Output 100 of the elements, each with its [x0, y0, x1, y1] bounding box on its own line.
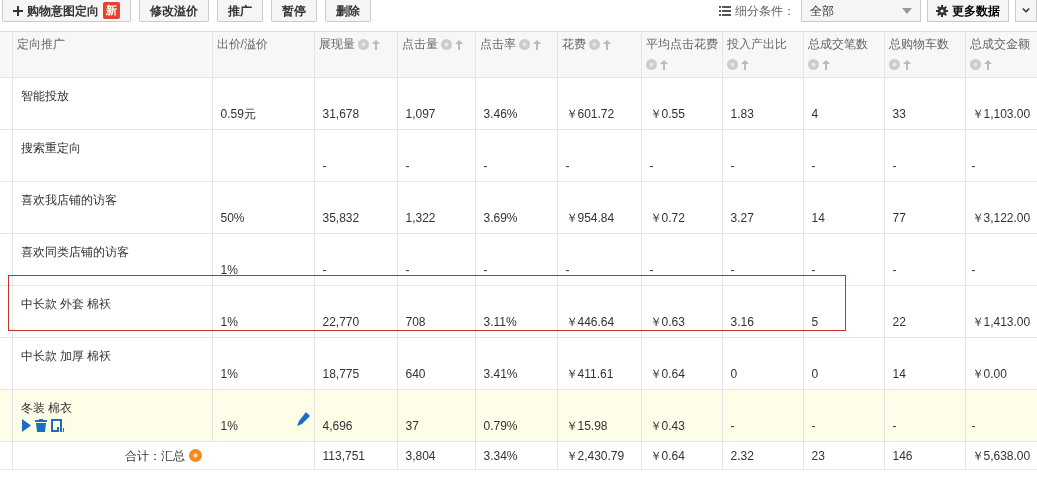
table-cell-text: 智能投放	[20, 87, 70, 105]
table-cell-text: ￥1,103.00	[971, 105, 1031, 123]
table-cell-text: -	[730, 417, 735, 435]
column-header[interactable]: 展现量	[318, 34, 355, 54]
more-data-button[interactable]: 更多数据	[927, 0, 1009, 22]
toolbar-button[interactable]: 删除	[325, 0, 371, 22]
toolbar-button[interactable]: 修改溢价	[139, 0, 209, 22]
filter-dropdown[interactable]: 全部	[801, 0, 921, 22]
toolbar-button[interactable]: 推广	[217, 0, 263, 22]
column-header[interactable]: 花费	[561, 34, 586, 54]
table-cell-text: -	[730, 261, 735, 279]
sort-arrow-icon	[602, 39, 611, 50]
table-cell-text: 22,770	[322, 313, 360, 331]
help-icon	[518, 39, 530, 51]
table-cell-text: 3.46%	[483, 105, 518, 123]
table-cell-text: ￥2,430.79	[565, 447, 625, 465]
table-cell-text: -	[811, 417, 816, 435]
table-cell-text: 113,751	[322, 447, 365, 465]
table-cell-text: -	[811, 157, 816, 175]
table-cell-text: 3.41%	[483, 365, 518, 383]
total-label: 合计：汇总	[124, 447, 185, 465]
table-cell-text: 3.27	[730, 209, 754, 227]
table-cell-text: -	[971, 157, 976, 175]
table-cell-text: -	[649, 261, 654, 279]
gear-icon	[936, 4, 948, 17]
sort-arrow-icon	[454, 39, 463, 50]
toolbar-button[interactable]: 暂停	[271, 0, 317, 22]
table-cell-text: -	[892, 417, 897, 435]
table-cell-text: -	[730, 157, 735, 175]
table-cell-text: 640	[405, 365, 426, 383]
table-cell-text: 50%	[220, 209, 245, 227]
sort-arrow-icon	[983, 59, 992, 70]
table-cell-text: -	[565, 157, 570, 175]
help-icon	[888, 59, 900, 71]
table-cell-text: -	[483, 157, 488, 175]
sort-arrow-icon	[821, 59, 830, 70]
column-header[interactable]: 定向推广	[16, 34, 65, 54]
table-cell-text: ￥0.72	[649, 209, 685, 227]
play-icon	[20, 419, 31, 433]
help-icon	[588, 39, 600, 51]
table-cell-text: ￥0.55	[649, 105, 685, 123]
table-cell-text: 33	[892, 105, 906, 123]
pencil-icon	[295, 411, 310, 426]
trash-icon	[34, 419, 47, 433]
table-cell-text: 4	[811, 105, 819, 123]
caret-button[interactable]	[1015, 0, 1037, 22]
table-cell-text: -	[565, 261, 570, 279]
help-icon	[440, 39, 452, 51]
table-cell-text: ￥5,638.00	[971, 447, 1031, 465]
sort-arrow-icon	[740, 59, 749, 70]
table-cell-text: 0	[730, 365, 738, 383]
table-cell-text: -	[483, 261, 488, 279]
table-cell-text: ￥446.64	[565, 313, 615, 331]
table-cell-text: ￥1,413.00	[971, 313, 1031, 331]
list-icon	[719, 6, 731, 16]
table-cell-text: 146	[892, 447, 913, 465]
table-cell-text: 1,322	[405, 209, 436, 227]
table-cell-text: 37	[405, 417, 419, 435]
table-cell-text: 1%	[220, 261, 238, 279]
sort-arrow-icon	[371, 39, 380, 50]
table-cell-text: -	[405, 261, 410, 279]
help-icon	[807, 59, 819, 71]
table-cell-text: -	[811, 261, 816, 279]
sort-arrow-icon	[659, 59, 668, 70]
help-icon	[969, 59, 981, 71]
table-cell-text: 喜欢同类店铺的访客	[20, 243, 130, 261]
table-cell-text: ￥0.63	[649, 313, 685, 331]
table-cell-text: -	[892, 157, 897, 175]
table-cell-text: 3.16	[730, 313, 754, 331]
table-cell-text: 14	[811, 209, 825, 227]
help-icon	[357, 39, 369, 51]
table-cell-text: -	[892, 261, 897, 279]
sort-arrow-icon	[902, 59, 911, 70]
dropdown-arrow-icon	[902, 7, 912, 14]
table-cell-text: ￥0.64	[649, 447, 685, 465]
table-cell-text: 2.32	[730, 447, 754, 465]
table-cell-text: 31,678	[322, 105, 360, 123]
table-cell-text: ￥3,122.00	[971, 209, 1031, 227]
table-cell-text: ￥0.43	[649, 417, 685, 435]
table-cell-text: 0	[811, 365, 819, 383]
table-cell-text: 5	[811, 313, 819, 331]
new-badge: 新	[103, 2, 120, 19]
table-cell-text: 中长款 加厚 棉袄	[20, 347, 113, 365]
table-cell-text: 35,832	[322, 209, 360, 227]
table-cell-text: ￥954.84	[565, 209, 615, 227]
table-cell-text: 3.34%	[483, 447, 518, 465]
table-cell-text: ￥15.98	[565, 417, 608, 435]
toolbar-button[interactable]: 购物意图定向 新	[2, 0, 131, 22]
table-cell-text: 18,775	[322, 365, 360, 383]
table-cell-text: 搜索重定向	[20, 139, 82, 157]
table-cell-text: 708	[405, 313, 426, 331]
table-cell-text: 1.83	[730, 105, 754, 123]
table-cell-text: 77	[892, 209, 906, 227]
table-cell-text: 23	[811, 447, 825, 465]
table-cell-text: -	[971, 417, 976, 435]
table-cell-text: 1%	[220, 365, 238, 383]
table-cell-text: 3.11%	[483, 313, 517, 331]
table-cell-text: 冬装 棉衣	[20, 399, 73, 417]
table-cell-text: 22	[892, 313, 906, 331]
chart-icon	[50, 419, 64, 433]
